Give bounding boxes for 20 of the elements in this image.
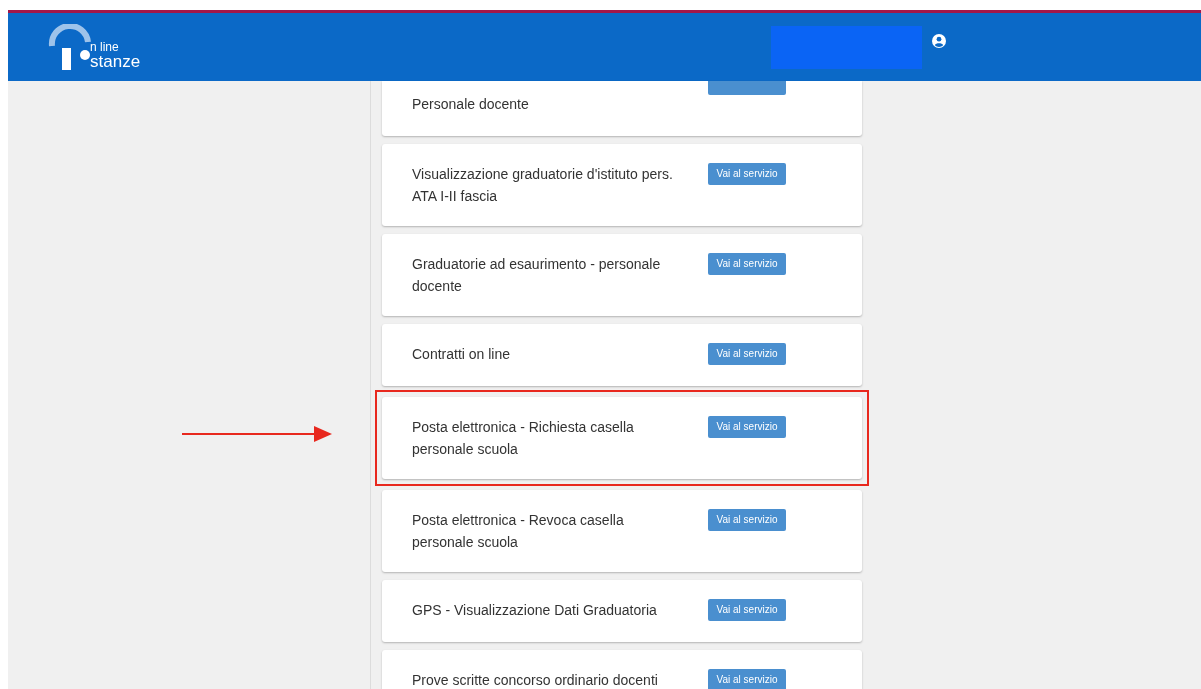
service-title: Contratti on line: [412, 345, 512, 364]
logo-text: n line: [90, 41, 120, 53]
logo-mark-icon: [48, 24, 92, 70]
logo[interactable]: n line stanze: [48, 24, 141, 70]
service-title: Graduatorie ad esaurimento - personale docente: [412, 255, 662, 296]
service-button[interactable]: Vai al servizio: [708, 509, 786, 531]
service-button[interactable]: Vai al servizio: [708, 669, 786, 689]
service-title: GPS - Visualizzazione Dati Graduatoria: [412, 601, 658, 620]
service-button[interactable]: Vai al servizio: [708, 599, 786, 621]
service-button[interactable]: Vai al servizio: [708, 253, 786, 275]
service-button[interactable]: Vai al servizio: [708, 343, 786, 365]
service-title: Visualizzazione graduatorie d'istituto pers. ATA I-II fascia: [412, 165, 674, 206]
service-button[interactable]: Vai al servizio: [708, 163, 786, 185]
service-title: Personale docente: [412, 95, 530, 114]
user-icon[interactable]: [932, 33, 946, 48]
service-title: Posta elettronica - Revoca casella personale scuola: [412, 511, 625, 552]
service-title: Prove scritte concorso ordinario docenti: [412, 671, 659, 689]
service-title: Posta elettronica - Richiesta casella personale scuola: [412, 418, 635, 459]
service-button[interactable]: Vai al servizio: [708, 416, 786, 438]
logo-text: stanze: [90, 53, 141, 70]
